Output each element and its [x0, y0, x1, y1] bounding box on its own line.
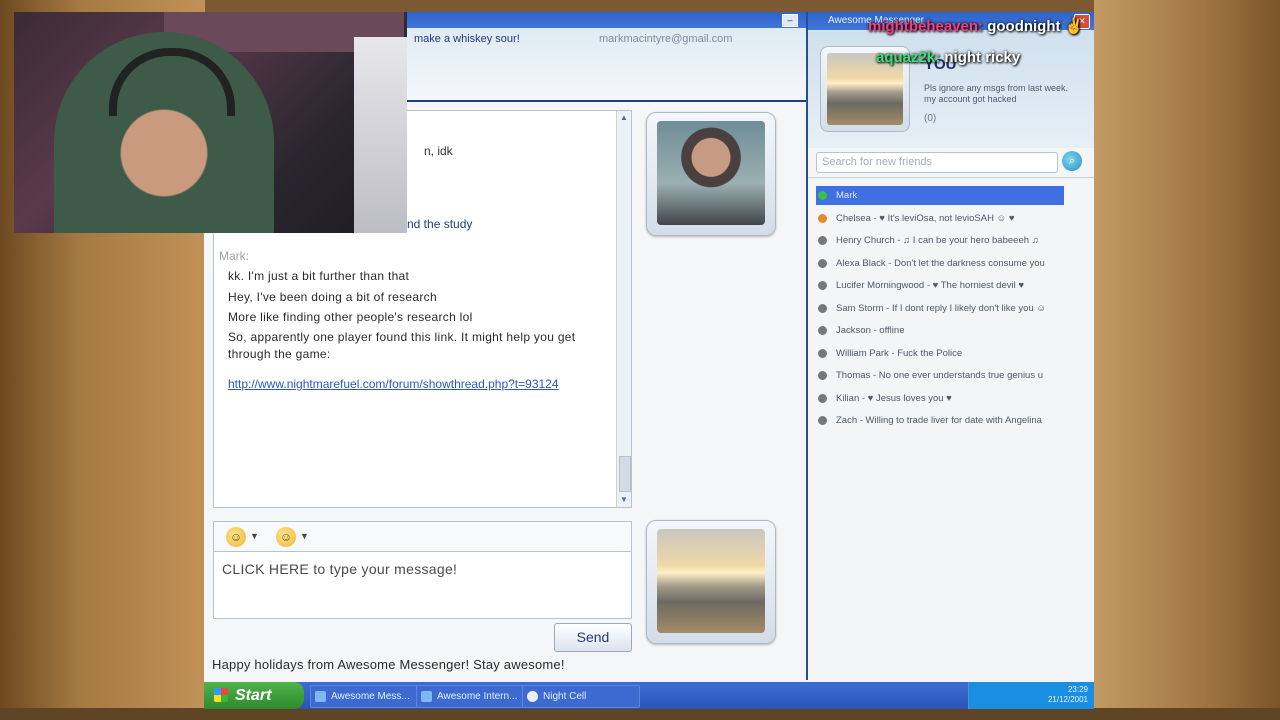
task-label: Night Cell [543, 691, 587, 702]
my-avatar [646, 520, 776, 644]
profile-status[interactable]: Pls ignore any msgs from last week. my a… [924, 83, 1074, 105]
friend-label: Alexa Black - Don't let the darkness con… [836, 258, 1045, 269]
friend-label: Zach - Willing to trade liver for date w… [836, 415, 1042, 426]
sunset-photo [657, 529, 765, 633]
contact-status-message: make a whiskey sour! [414, 33, 520, 45]
message-line: Hey, I've been doing a bit of research [228, 290, 437, 304]
message-scrollbar[interactable]: ▲ ▼ [616, 111, 631, 507]
friend-item-thomas[interactable]: Thomas - No one ever understands true ge… [816, 366, 1064, 385]
friend-item-alexa[interactable]: Alexa Black - Don't let the darkness con… [816, 254, 1064, 273]
friend-label: Lucifer Morningwood - ♥ The horniest dev… [836, 280, 1025, 291]
stream-chat-line-2: aquaz2k: night ricky [876, 49, 1020, 66]
scroll-thumb[interactable] [619, 456, 631, 492]
contact-avatar [646, 112, 776, 236]
messenger-icon [315, 691, 326, 702]
scroll-up-icon[interactable]: ▲ [618, 112, 630, 124]
friend-search-input[interactable]: Search for new friends [816, 152, 1058, 173]
task-label: Awesome Intern... [437, 691, 518, 702]
contact-photo [657, 121, 765, 225]
friend-label: Sam Storm - If I dont reply I likely don… [836, 303, 1047, 314]
friend-item-sam[interactable]: Sam Storm - If I dont reply I likely don… [816, 299, 1064, 318]
offline-status-icon [818, 304, 827, 313]
chat-username: aquaz2k: [876, 49, 941, 66]
friend-item-zach[interactable]: Zach - Willing to trade liver for date w… [816, 411, 1064, 430]
friend-item-william[interactable]: William Park - Fuck the Police [816, 344, 1064, 363]
offline-status-icon [818, 349, 827, 358]
webcam-overlay [14, 12, 407, 233]
offline-status-icon [818, 326, 827, 335]
friend-label: Mark [836, 190, 858, 201]
chat-text: night ricky [944, 49, 1021, 66]
chat-username: mightbeheaven: [868, 18, 984, 35]
stream-chat-line-1: mightbeheaven: goodnight ✌ [868, 17, 1083, 35]
browser-icon [421, 691, 432, 702]
offline-status-icon [818, 281, 827, 290]
message-line: More like finding other people's researc… [228, 310, 473, 324]
send-button[interactable]: Send [554, 623, 632, 652]
clock-date: 21/12/2001 [1047, 695, 1088, 704]
contact-email: markmacintyre@gmail.com [599, 33, 733, 45]
friend-item-mark[interactable]: Mark [816, 186, 1064, 205]
divider [808, 177, 1094, 178]
desk-right [1094, 0, 1280, 720]
app-icon [527, 691, 538, 702]
forum-link[interactable]: http://www.nightmarefuel.com/forum/showt… [228, 376, 608, 393]
clock[interactable]: 23:29 21/12/2001 [1048, 685, 1088, 705]
chevron-down-icon[interactable]: ▼ [300, 531, 309, 541]
task-label: Awesome Mess... [331, 691, 410, 702]
friend-label: Jackson - offline [836, 325, 905, 336]
webcam-pc [354, 37, 407, 233]
taskbar-item-internet[interactable]: Awesome Intern... [416, 685, 530, 708]
wink-icon[interactable]: ☺ [276, 527, 296, 547]
smiley-icon[interactable]: ☺ [226, 527, 246, 547]
system-tray: 23:29 21/12/2001 [968, 682, 1094, 709]
friend-label: Thomas - No one ever understands true ge… [836, 370, 1044, 381]
windows-logo-icon [214, 688, 228, 702]
clock-time: 23:29 [1067, 685, 1088, 694]
offline-status-icon [818, 394, 827, 403]
message-input-placeholder: CLICK HERE to type your message! [222, 561, 458, 577]
online-status-icon [818, 191, 827, 200]
scroll-down-icon[interactable]: ▼ [618, 494, 630, 506]
friend-item-kilian[interactable]: Kilian - ♥ Jesus loves you ♥ [816, 389, 1064, 408]
friend-item-lucifer[interactable]: Lucifer Morningwood - ♥ The horniest dev… [816, 276, 1064, 295]
taskbar-item-messenger[interactable]: Awesome Mess... [310, 685, 424, 708]
message-fragment: nd the study [407, 217, 473, 231]
start-button[interactable]: Start [204, 682, 304, 709]
offline-status-icon [818, 416, 827, 425]
message-fragment: n, idk [424, 144, 453, 158]
desk-bottom [0, 708, 1280, 720]
friends-window: Awesome Messenger ✕ YOU Pls ignore any m… [808, 12, 1094, 680]
reputation-count: (0) [924, 113, 937, 124]
message-line: So, apparently one player found this lin… [228, 330, 576, 361]
chat-text: goodnight ✌ [987, 18, 1084, 35]
chevron-down-icon[interactable]: ▼ [250, 531, 259, 541]
start-label: Start [235, 687, 272, 704]
offline-status-icon [818, 259, 827, 268]
friend-item-chelsea[interactable]: Chelsea - ♥ It's leviOsa, not levioSAH ☺… [816, 209, 1064, 228]
message-input[interactable]: CLICK HERE to type your message! [213, 551, 632, 619]
taskbar: Start Awesome Mess... Awesome Intern... … [204, 682, 1094, 709]
away-status-icon [818, 214, 827, 223]
friend-label: Chelsea - ♥ It's leviOsa, not levioSAH ☺… [836, 213, 1015, 224]
offline-status-icon [818, 371, 827, 380]
friend-item-jackson[interactable]: Jackson - offline [816, 321, 1064, 340]
search-icon[interactable]: ⌕ [1062, 151, 1082, 171]
friend-label: Kilian - ♥ Jesus loves you ♥ [836, 393, 952, 404]
offline-status-icon [818, 236, 827, 245]
compose-toolbar: ☺ ▼ ☺ ▼ [213, 521, 632, 553]
friend-search-placeholder: Search for new friends [822, 156, 933, 168]
holiday-banner: Happy holidays from Awesome Messenger! S… [212, 657, 565, 672]
minimize-button[interactable]: – [782, 14, 798, 27]
profile-header: YOU Pls ignore any msgs from last week. … [808, 30, 1094, 148]
friend-label: Henry Church - ♫ I can be your hero babe… [836, 235, 1039, 246]
message-line: kk. I'm just a bit further than that [228, 269, 410, 283]
friend-item-henry[interactable]: Henry Church - ♫ I can be your hero babe… [816, 231, 1064, 250]
message-sender: Mark: [219, 249, 249, 263]
friend-label: William Park - Fuck the Police [836, 348, 963, 359]
taskbar-item-nightcell[interactable]: Night Cell [522, 685, 640, 708]
